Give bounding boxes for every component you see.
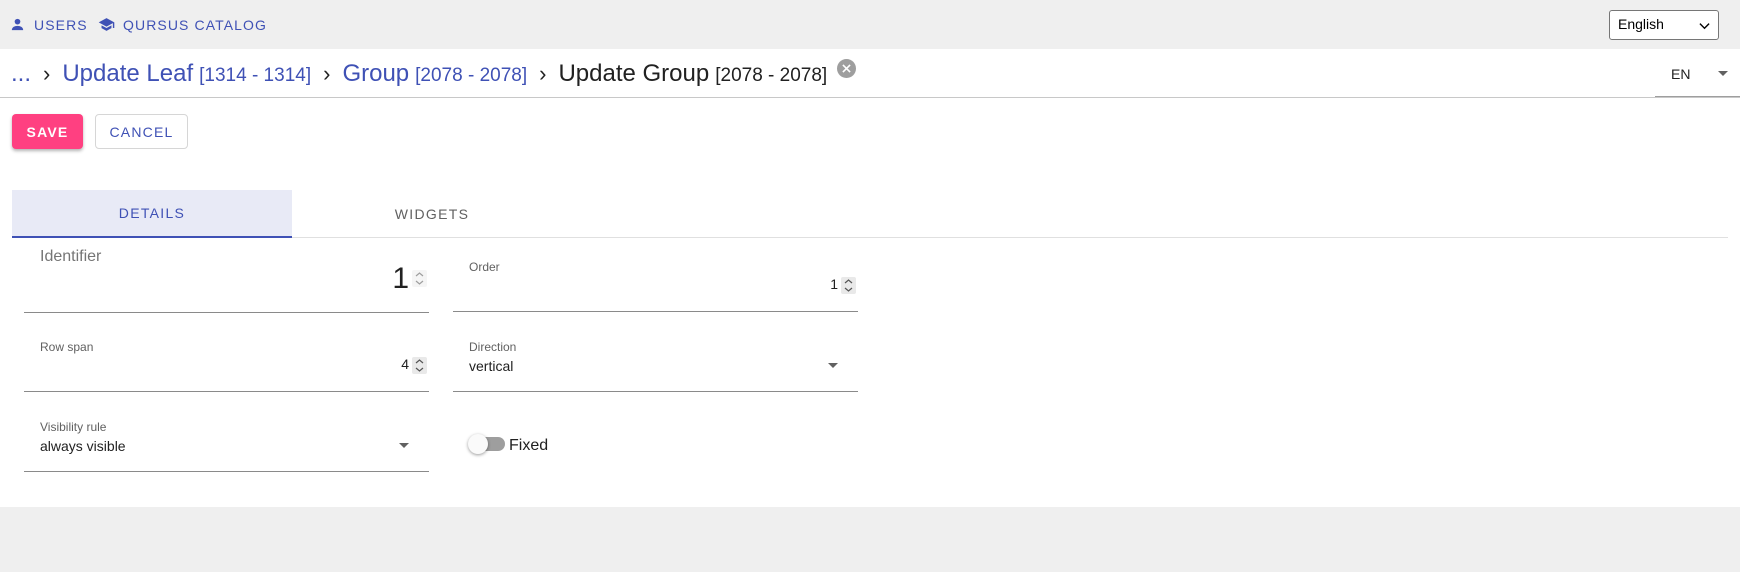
stepper-arrows-icon	[415, 272, 424, 285]
visibility-rule-label: Visibility rule	[40, 420, 107, 434]
fixed-toggle[interactable]	[468, 434, 508, 454]
breadcrumb-item-label: Group	[342, 60, 410, 87]
language-select[interactable]: English	[1609, 10, 1719, 40]
person-icon	[11, 18, 24, 31]
catalog-nav-link[interactable]: Qursus catalog	[98, 16, 267, 33]
row-span-field[interactable]: Row span 4	[24, 326, 429, 392]
stepper-arrows-icon	[844, 279, 853, 292]
breadcrumb-item-update-leaf[interactable]: Update Leaf [1314 - 1314]	[62, 60, 311, 88]
dropdown-arrow-icon	[828, 363, 838, 368]
identifier-stepper[interactable]	[412, 270, 427, 287]
visibility-rule-value: always visible	[40, 438, 126, 454]
breadcrumb-separator: ›	[539, 61, 547, 86]
row-span-label: Row span	[40, 340, 94, 354]
breadcrumb-separator: ›	[323, 61, 331, 86]
breadcrumb-item-label: Update Leaf	[62, 60, 194, 87]
chevron-down-icon	[1699, 23, 1710, 30]
breadcrumb: ... › Update Leaf [1314 - 1314] › Group [2…	[11, 59, 857, 88]
stepper-arrows-icon	[415, 359, 424, 372]
fixed-toggle-label: Fixed	[509, 437, 549, 454]
dropdown-arrow-icon	[399, 443, 409, 448]
top-navigation: Users Qursus catalog English	[0, 0, 1740, 49]
breadcrumb-item-range: [2078 - 2078]	[415, 65, 528, 86]
close-icon	[842, 64, 851, 73]
breadcrumb-current-range: [2078 - 2078]	[715, 65, 828, 86]
users-nav-link[interactable]: Users	[9, 16, 88, 33]
tab-details[interactable]: Details	[12, 190, 292, 238]
users-nav-label: Users	[34, 16, 88, 33]
close-context-button[interactable]	[837, 59, 857, 78]
breadcrumb-item-group[interactable]: Group [2078 - 2078]	[342, 60, 527, 88]
save-button[interactable]: Save	[12, 114, 83, 149]
breadcrumb-item-range: [1314 - 1314]	[199, 65, 312, 86]
row-span-stepper[interactable]	[412, 357, 427, 374]
school-icon	[98, 18, 115, 31]
tab-widgets[interactable]: Widgets	[292, 190, 572, 238]
breadcrumb-ellipsis[interactable]: ...	[11, 60, 31, 88]
breadcrumb-bar: ... › Update Leaf [1314 - 1314] › Group [2…	[0, 49, 1740, 98]
toggle-thumb	[468, 434, 488, 454]
order-field[interactable]: Order 1	[453, 246, 858, 312]
breadcrumb-separator: ›	[43, 61, 51, 86]
direction-value: vertical	[469, 358, 514, 374]
locale-select-value: EN	[1671, 66, 1691, 82]
locale-select[interactable]: EN	[1655, 49, 1740, 97]
order-label: Order	[469, 260, 500, 274]
visibility-rule-select[interactable]: Visibility rule always visible	[24, 406, 429, 472]
identifier-value: 1	[392, 262, 409, 295]
tab-bar: Details Widgets	[12, 190, 1728, 238]
catalog-nav-label: Qursus catalog	[123, 16, 268, 33]
cancel-button[interactable]: Cancel	[95, 114, 188, 149]
direction-label: Direction	[469, 340, 517, 354]
order-value: 1	[830, 276, 838, 292]
order-stepper[interactable]	[841, 277, 856, 294]
identifier-label: Identifier	[40, 248, 102, 265]
dropdown-arrow-icon	[1718, 71, 1728, 76]
direction-select[interactable]: Direction vertical	[453, 326, 858, 392]
breadcrumb-current: Update Group	[558, 60, 710, 87]
language-select-value: English	[1618, 16, 1664, 32]
identifier-field[interactable]: Identifier 1	[24, 246, 429, 313]
row-span-value: 4	[401, 356, 409, 372]
